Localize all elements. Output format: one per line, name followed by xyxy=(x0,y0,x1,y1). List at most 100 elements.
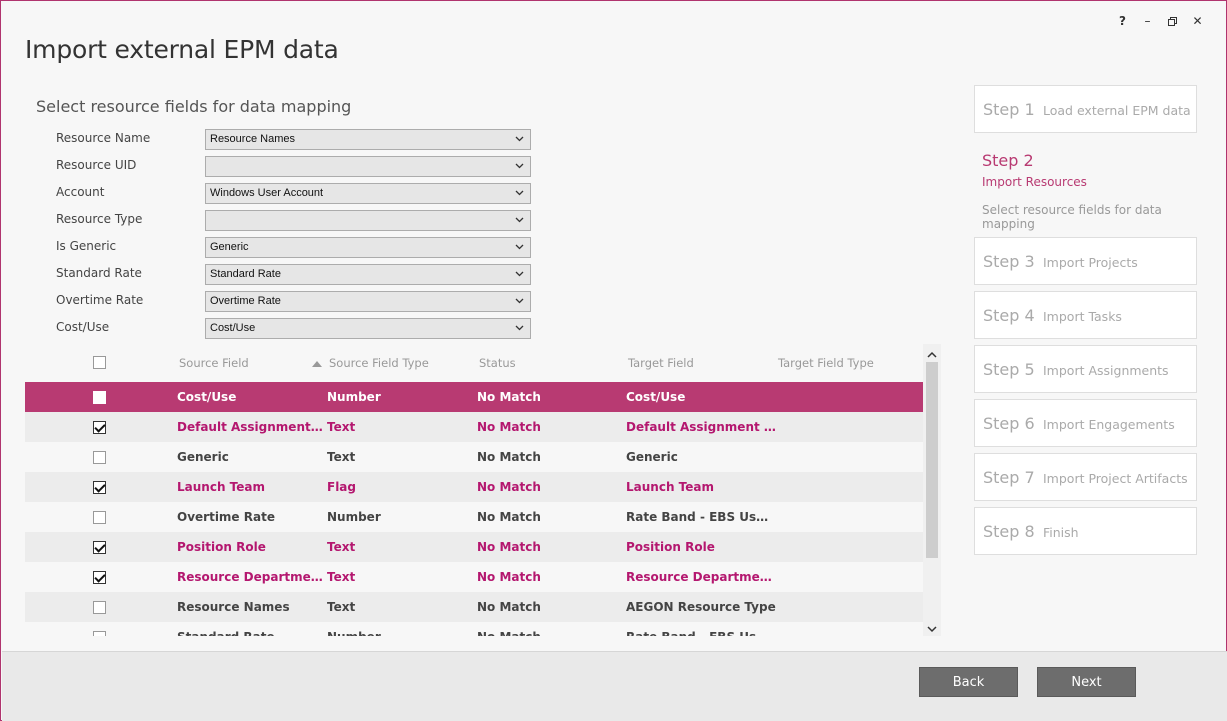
select-value: Standard Rate xyxy=(210,268,281,280)
scroll-down-icon[interactable] xyxy=(926,620,938,633)
field-select[interactable]: Cost/Use xyxy=(205,318,531,339)
step-label: Import Engagements xyxy=(1043,417,1175,432)
field-select[interactable] xyxy=(205,210,531,231)
target-field-cell[interactable]: Resource Departments xyxy=(626,570,776,584)
select-value: Windows User Account xyxy=(210,187,324,199)
status-cell: No Match xyxy=(477,540,541,554)
table-row[interactable]: Resource Departments Text No Match Resource… xyxy=(25,562,924,592)
form-row: Standard Rate Standard Rate xyxy=(56,264,536,291)
col-target-field[interactable]: Target Field xyxy=(628,356,694,370)
source-field-cell: Resource Names xyxy=(177,600,290,614)
table-row[interactable]: Launch Team Flag No Match Launch Team xyxy=(25,472,924,502)
row-checkbox[interactable] xyxy=(93,631,106,636)
target-field-cell[interactable]: Rate Band - EBS Use Only xyxy=(626,510,776,524)
form-row: Resource Type xyxy=(56,210,536,237)
chevron-down-icon xyxy=(515,298,524,304)
source-field-cell: Resource Departments xyxy=(177,570,323,584)
table-row[interactable]: Generic Text No Match Generic xyxy=(25,442,924,472)
target-field-cell[interactable]: Default Assignment Ow... xyxy=(626,420,776,434)
step-2-subtitle: Select resource fields for data mapping xyxy=(982,203,1162,231)
col-source-field[interactable]: Source Field xyxy=(179,356,249,370)
target-field-cell[interactable]: Launch Team xyxy=(626,480,776,494)
step-8[interactable]: Step 8 Finish xyxy=(974,507,1197,555)
status-cell: No Match xyxy=(477,630,617,636)
col-status[interactable]: Status xyxy=(479,356,516,370)
step-5[interactable]: Step 5 Import Assignments xyxy=(974,345,1197,393)
step-2-number: Step 2 xyxy=(982,151,1034,170)
step-4[interactable]: Step 4 Import Tasks xyxy=(974,291,1197,339)
field-select[interactable] xyxy=(205,156,531,177)
source-field-cell: Cost/Use xyxy=(177,390,237,404)
target-field-cell[interactable]: Position Role xyxy=(626,540,776,554)
field-select[interactable]: Windows User Account xyxy=(205,183,531,204)
row-checkbox[interactable] xyxy=(93,601,106,614)
table-row[interactable]: Position Role Text No Match Position Role xyxy=(25,532,924,562)
table-row[interactable]: Overtime Rate Number No Match Rate Band - E… xyxy=(25,502,924,532)
next-button[interactable]: Next xyxy=(1037,667,1136,697)
close-icon: ✕ xyxy=(1192,14,1203,28)
source-type-cell: Text xyxy=(327,570,356,584)
help-button[interactable]: ? xyxy=(1110,12,1135,30)
step-2-label[interactable]: Import Resources xyxy=(982,175,1087,189)
step-number: Step 6 xyxy=(983,414,1035,433)
minimize-button[interactable]: – xyxy=(1135,12,1160,30)
step-1[interactable]: Step 1 Load external EPM data xyxy=(974,85,1197,133)
field-select[interactable]: Generic xyxy=(205,237,531,258)
select-all-checkbox[interactable] xyxy=(93,356,106,369)
scroll-up-icon[interactable] xyxy=(926,346,938,358)
source-type-cell: Text xyxy=(327,540,356,554)
back-button[interactable]: Back xyxy=(919,667,1018,697)
scrollbar-thumb[interactable] xyxy=(926,362,938,558)
row-checkbox[interactable] xyxy=(93,511,106,524)
step-7[interactable]: Step 7 Import Project Artifacts xyxy=(974,453,1197,501)
chevron-down-icon xyxy=(515,271,524,277)
row-checkbox[interactable] xyxy=(93,391,106,404)
source-field-cell: Position Role xyxy=(177,540,266,554)
col-target-field-type[interactable]: Target Field Type xyxy=(778,356,874,370)
status-cell: No Match xyxy=(477,510,541,524)
source-field-cell: Generic xyxy=(177,450,229,464)
field-select[interactable]: Overtime Rate xyxy=(205,291,531,312)
row-checkbox[interactable] xyxy=(93,541,106,554)
select-value: Cost/Use xyxy=(210,322,256,334)
status-cell: No Match xyxy=(477,480,541,494)
col-source-field-type[interactable]: Source Field Type xyxy=(329,356,429,370)
source-type-cell: Text xyxy=(327,420,356,434)
target-field-cell[interactable]: Cost/Use xyxy=(626,390,776,404)
row-checkbox[interactable] xyxy=(93,451,106,464)
help-icon: ? xyxy=(1119,14,1126,28)
chevron-down-icon xyxy=(515,190,524,196)
restore-button[interactable] xyxy=(1160,12,1185,30)
field-label: Resource Type xyxy=(56,212,143,226)
form-row: Is Generic Generic xyxy=(56,237,536,264)
field-label: Cost/Use xyxy=(56,320,110,334)
chevron-down-icon xyxy=(515,163,524,169)
table-row[interactable]: Standard Rate Number No Match Rate Band - E… xyxy=(25,622,924,636)
form-row: Resource UID xyxy=(56,156,536,183)
table-row[interactable]: Resource Names Text No Match AEGON Resource… xyxy=(25,592,924,622)
sort-ascending-icon xyxy=(312,361,322,367)
field-label: Resource UID xyxy=(56,158,137,172)
row-checkbox[interactable] xyxy=(93,571,106,584)
source-type-cell: Text xyxy=(327,600,356,614)
table-scrollbar[interactable] xyxy=(923,344,941,636)
field-select[interactable]: Resource Names xyxy=(205,129,531,150)
source-type-cell: Number xyxy=(327,390,381,404)
row-checkbox[interactable] xyxy=(93,481,106,494)
chevron-down-icon xyxy=(515,325,524,331)
field-label: Overtime Rate xyxy=(56,293,144,307)
step-3[interactable]: Step 3 Import Projects xyxy=(974,237,1197,285)
row-checkbox[interactable] xyxy=(93,421,106,434)
status-cell: No Match xyxy=(477,420,541,434)
target-field-cell[interactable]: Generic xyxy=(626,450,776,464)
table-body: Cost/Use Number No Match Cost/Use Default As… xyxy=(25,382,941,636)
field-mapping-form: Resource Name Resource Names Resource UID A… xyxy=(56,129,536,345)
table-row[interactable]: Default Assignment Ow... Text No Match Defa… xyxy=(25,412,924,442)
table-row[interactable]: Cost/Use Number No Match Cost/Use xyxy=(25,382,924,412)
target-field-cell[interactable]: AEGON Resource Type xyxy=(626,600,776,614)
target-field-cell[interactable]: Rate Band - EBS Use Only xyxy=(626,630,776,636)
close-button[interactable]: ✕ xyxy=(1185,12,1210,30)
field-select[interactable]: Standard Rate xyxy=(205,264,531,285)
source-field-cell: Default Assignment Ow... xyxy=(177,420,323,434)
step-6[interactable]: Step 6 Import Engagements xyxy=(974,399,1197,447)
